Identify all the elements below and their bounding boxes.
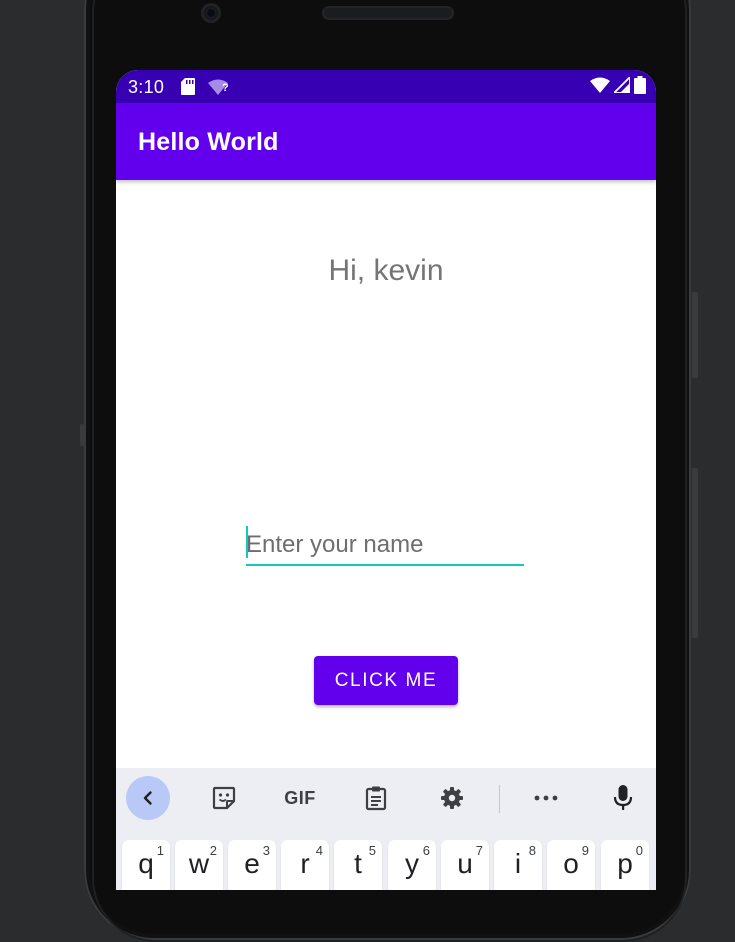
key-label: r bbox=[300, 848, 310, 879]
wifi-question-mark: ? bbox=[222, 82, 229, 94]
key-e[interactable]: 3e bbox=[228, 840, 276, 890]
power-button bbox=[692, 292, 698, 378]
key-r[interactable]: 4r bbox=[281, 840, 329, 890]
microphone-icon[interactable] bbox=[601, 776, 645, 820]
wifi-question-icon: ? bbox=[208, 79, 234, 97]
wifi-icon bbox=[590, 77, 610, 98]
key-label: w bbox=[188, 848, 210, 879]
sticker-icon[interactable] bbox=[202, 776, 246, 820]
key-q[interactable]: 1q bbox=[122, 840, 170, 890]
key-t[interactable]: 5t bbox=[334, 840, 382, 890]
clipboard-icon[interactable] bbox=[354, 776, 398, 820]
earpiece-speaker bbox=[322, 6, 454, 20]
gif-button[interactable]: GIF bbox=[278, 776, 322, 820]
key-p[interactable]: 0p bbox=[601, 840, 649, 890]
volume-button bbox=[692, 468, 698, 638]
status-time: 3:10 bbox=[128, 77, 165, 97]
front-camera-icon bbox=[201, 3, 221, 23]
click-me-button[interactable]: CLICK ME bbox=[314, 656, 458, 705]
soft-keyboard: GIF 1 q 2 w 3 e 4 r 5 t 6 y 7 u 8 i 9 o … bbox=[116, 768, 656, 890]
key-i[interactable]: 8i bbox=[494, 840, 542, 890]
key-label: t bbox=[354, 848, 362, 879]
key-label: e bbox=[244, 848, 260, 879]
status-bar: 3:10 ? bbox=[116, 70, 656, 103]
key-label: y bbox=[405, 848, 419, 879]
settings-icon[interactable] bbox=[430, 776, 474, 820]
toolbar-divider bbox=[499, 785, 500, 813]
key-label: i bbox=[514, 848, 522, 879]
greeting-text: Hi, kevin bbox=[328, 254, 444, 287]
key-label: p bbox=[617, 848, 633, 879]
sd-card-icon bbox=[181, 78, 195, 100]
status-icons-right bbox=[590, 74, 646, 99]
key-w[interactable]: 2w bbox=[175, 840, 223, 890]
key-u[interactable]: 7u bbox=[441, 840, 489, 890]
battery-icon bbox=[634, 75, 646, 99]
left-side-button bbox=[80, 424, 84, 446]
signal-icon bbox=[611, 74, 631, 98]
text-cursor bbox=[246, 526, 248, 558]
app-bar: Hello World bbox=[116, 103, 656, 180]
key-y[interactable]: 6y bbox=[388, 840, 436, 890]
key-label: q bbox=[138, 848, 154, 879]
key-o[interactable]: 9o bbox=[547, 840, 595, 890]
app-title: Hello World bbox=[138, 128, 279, 156]
key-label: u bbox=[457, 848, 473, 879]
more-icon[interactable] bbox=[524, 776, 568, 820]
back-icon[interactable] bbox=[126, 776, 170, 820]
name-input[interactable] bbox=[246, 526, 524, 566]
device-screen: 3:10 ? Hello World Hi, kevin CLICK ME bbox=[116, 70, 656, 890]
keyboard-toolbar: GIF bbox=[116, 768, 656, 828]
gif-label: GIF bbox=[284, 787, 316, 808]
key-label: o bbox=[563, 848, 579, 879]
